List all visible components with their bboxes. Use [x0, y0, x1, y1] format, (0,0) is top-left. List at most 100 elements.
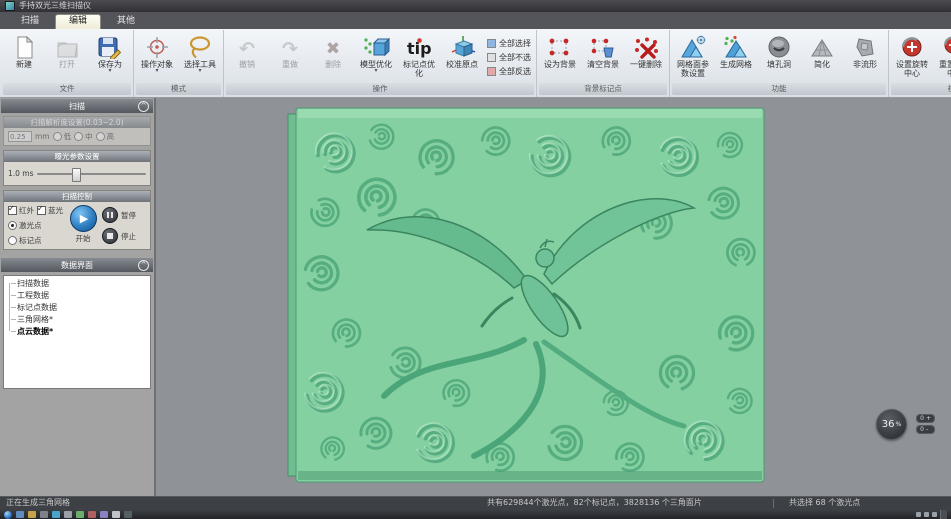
generate-mesh-button[interactable]: 生成网格 — [715, 32, 757, 82]
operate-object-button[interactable]: 操作对象 ▾ — [136, 32, 178, 82]
invert-selection-icon — [487, 67, 496, 76]
taskbar-app-icon[interactable] — [124, 511, 132, 518]
new-button[interactable]: 新建 — [3, 32, 45, 82]
taskbar-app-icon[interactable] — [28, 511, 36, 518]
taskbar-app-icon[interactable] — [88, 511, 96, 518]
redo-icon: ↷ — [282, 32, 298, 59]
ribbon-group-label: 操作 — [226, 83, 534, 95]
mesh-parameters-button[interactable]: 网格面参数设置 — [672, 32, 714, 82]
simplify-button[interactable]: 简化 — [801, 32, 843, 82]
taskbar-app-icon[interactable] — [16, 511, 24, 518]
marker-point-radio[interactable]: 标记点 — [8, 235, 64, 246]
pause-button[interactable]: 暂停 — [102, 207, 146, 223]
tab-scan[interactable]: 扫描 — [8, 15, 52, 29]
invert-selection-button[interactable]: 全部反选 — [487, 66, 531, 77]
taskbar-app-icon[interactable] — [64, 511, 72, 518]
mesh-settings-icon — [680, 32, 707, 59]
stop-button[interactable]: 停止 — [102, 228, 146, 244]
select-tool-button[interactable]: 选择工具 ▾ — [179, 32, 221, 82]
open-button[interactable]: 打开 — [46, 32, 88, 82]
taskbar-app-icon[interactable] — [100, 511, 108, 518]
delete-markers-icon — [634, 32, 659, 59]
origin-align-button[interactable]: 校准原点 — [441, 32, 483, 82]
list-item[interactable]: 工程数据 — [6, 291, 148, 303]
list-item[interactable]: 扫描数据 — [6, 279, 148, 291]
list-item[interactable]: 三角网格* — [6, 315, 148, 327]
non-manifold-button[interactable]: 非流形 — [844, 32, 886, 82]
one-key-delete-button[interactable]: 一键删除 — [625, 32, 667, 82]
tray-icon[interactable] — [924, 512, 929, 517]
set-rotation-center-button[interactable]: 设置旋转中心 — [891, 32, 933, 82]
resolution-input[interactable] — [8, 131, 32, 142]
ribbon-item-label: 设置旋转中心 — [893, 60, 931, 78]
zoom-step-value: 0 — [920, 426, 924, 433]
taskbar-app-icon[interactable] — [52, 511, 60, 518]
laser-point-radio[interactable]: 激光点 — [8, 220, 64, 231]
list-item-selected[interactable]: 点云数据* — [6, 327, 148, 339]
set-background-button[interactable]: 设为背景 — [539, 32, 581, 82]
show-desktop-button[interactable] — [940, 510, 947, 519]
model-viewport[interactable]: 36% 0 + 0 - — [156, 98, 951, 496]
redo-button[interactable]: ↷ 重做 — [269, 32, 311, 82]
tray-icon[interactable] — [916, 512, 921, 517]
exposure-title: 曝光参数设置 — [4, 151, 150, 162]
pause-label: 暂停 — [121, 210, 136, 221]
selection-commands: 全部选择 全部不选 全部反选 — [484, 32, 534, 82]
slider-thumb[interactable] — [72, 168, 81, 182]
resolution-title: 扫描解析度设置(0.03~2.0) — [4, 117, 150, 128]
left-panel: 扫描 扫描解析度设置(0.03~2.0) mm 低 中 高 曝光参数设置 1.0… — [0, 98, 156, 496]
bluelight-checkbox[interactable]: 蓝光 — [37, 205, 63, 216]
zoom-in-button[interactable]: 0 + — [916, 414, 935, 423]
taskbar-app-icon[interactable] — [112, 511, 120, 518]
select-none-button[interactable]: 全部不选 — [487, 52, 531, 63]
resolution-option-mid[interactable]: 中 — [74, 131, 93, 142]
exposure-slider[interactable] — [37, 173, 146, 175]
collapse-panel-icon[interactable] — [138, 260, 149, 271]
resolution-option-low[interactable]: 低 — [53, 131, 72, 142]
exposure-box: 曝光参数设置 1.0 ms — [3, 150, 151, 186]
data-tree-list: 扫描数据 工程数据 标记点数据 三角网格* 点云数据* — [3, 275, 151, 389]
start-scan-button[interactable] — [70, 205, 97, 232]
option-label: 低 — [64, 131, 72, 142]
marker-optimize-button[interactable]: tip 标记点优化 — [398, 32, 440, 82]
zoom-level-badge[interactable]: 36% — [876, 409, 907, 440]
status-divider — [773, 499, 774, 508]
radio-icon — [8, 236, 17, 245]
dropdown-caret-icon: ▾ — [155, 69, 158, 73]
model-optimize-button[interactable]: 模型优化 ▾ — [355, 32, 397, 82]
reset-rotation-center-button[interactable]: R 重置旋转中心 — [934, 32, 951, 82]
title-bar[interactable]: 手持双光三维扫描仪 — [0, 0, 951, 12]
save-as-button[interactable]: 保存为 ▾ — [89, 32, 131, 82]
start-button[interactable] — [4, 511, 12, 519]
simplify-icon — [810, 32, 834, 59]
resolution-option-high[interactable]: 高 — [96, 131, 115, 142]
tab-other[interactable]: 其他 — [104, 15, 148, 29]
ribbon-group-operation: ↶ 撤销 ↷ 重做 ✖ 删除 模型优化 ▾ — [224, 30, 537, 97]
ribbon-item-label: 重置旋转中心 — [936, 60, 951, 78]
ribbon-item-label: 简化 — [814, 60, 830, 69]
stop-icon — [102, 228, 118, 244]
status-counts: 共有629844个激光点，82个标记点，3828136 个三角面片 — [487, 499, 702, 507]
collapse-panel-icon[interactable] — [138, 101, 149, 112]
save-as-icon — [98, 32, 122, 59]
ribbon-group-label: 功能 — [672, 83, 886, 95]
list-item[interactable]: 标记点数据 — [6, 303, 148, 315]
open-folder-icon — [56, 32, 79, 59]
delete-button[interactable]: ✖ 删除 — [312, 32, 354, 82]
infrared-checkbox[interactable]: 红外 — [8, 205, 34, 216]
set-background-markers-icon — [548, 32, 572, 59]
scan-panel-title: 扫描 — [69, 101, 85, 112]
taskbar-app-icon[interactable] — [40, 511, 48, 518]
zoom-out-button[interactable]: 0 - — [916, 425, 935, 434]
taskbar-app-icon[interactable] — [76, 511, 84, 518]
tray-icon[interactable] — [932, 512, 937, 517]
fill-holes-button[interactable]: 填孔洞 — [758, 32, 800, 82]
status-bar: 正在生成三角网格 共有629844个激光点，82个标记点，3828136 个三角… — [0, 496, 951, 510]
undo-button[interactable]: ↶ 撤销 — [226, 32, 268, 82]
system-tray — [916, 510, 947, 519]
ribbon-item-label: 标记点优化 — [400, 60, 438, 78]
select-all-button[interactable]: 全部选择 — [487, 38, 531, 49]
clear-background-button[interactable]: 清空背景 — [582, 32, 624, 82]
scanned-mesh-canvas[interactable] — [284, 100, 776, 494]
tab-edit[interactable]: 编辑 — [55, 14, 101, 29]
